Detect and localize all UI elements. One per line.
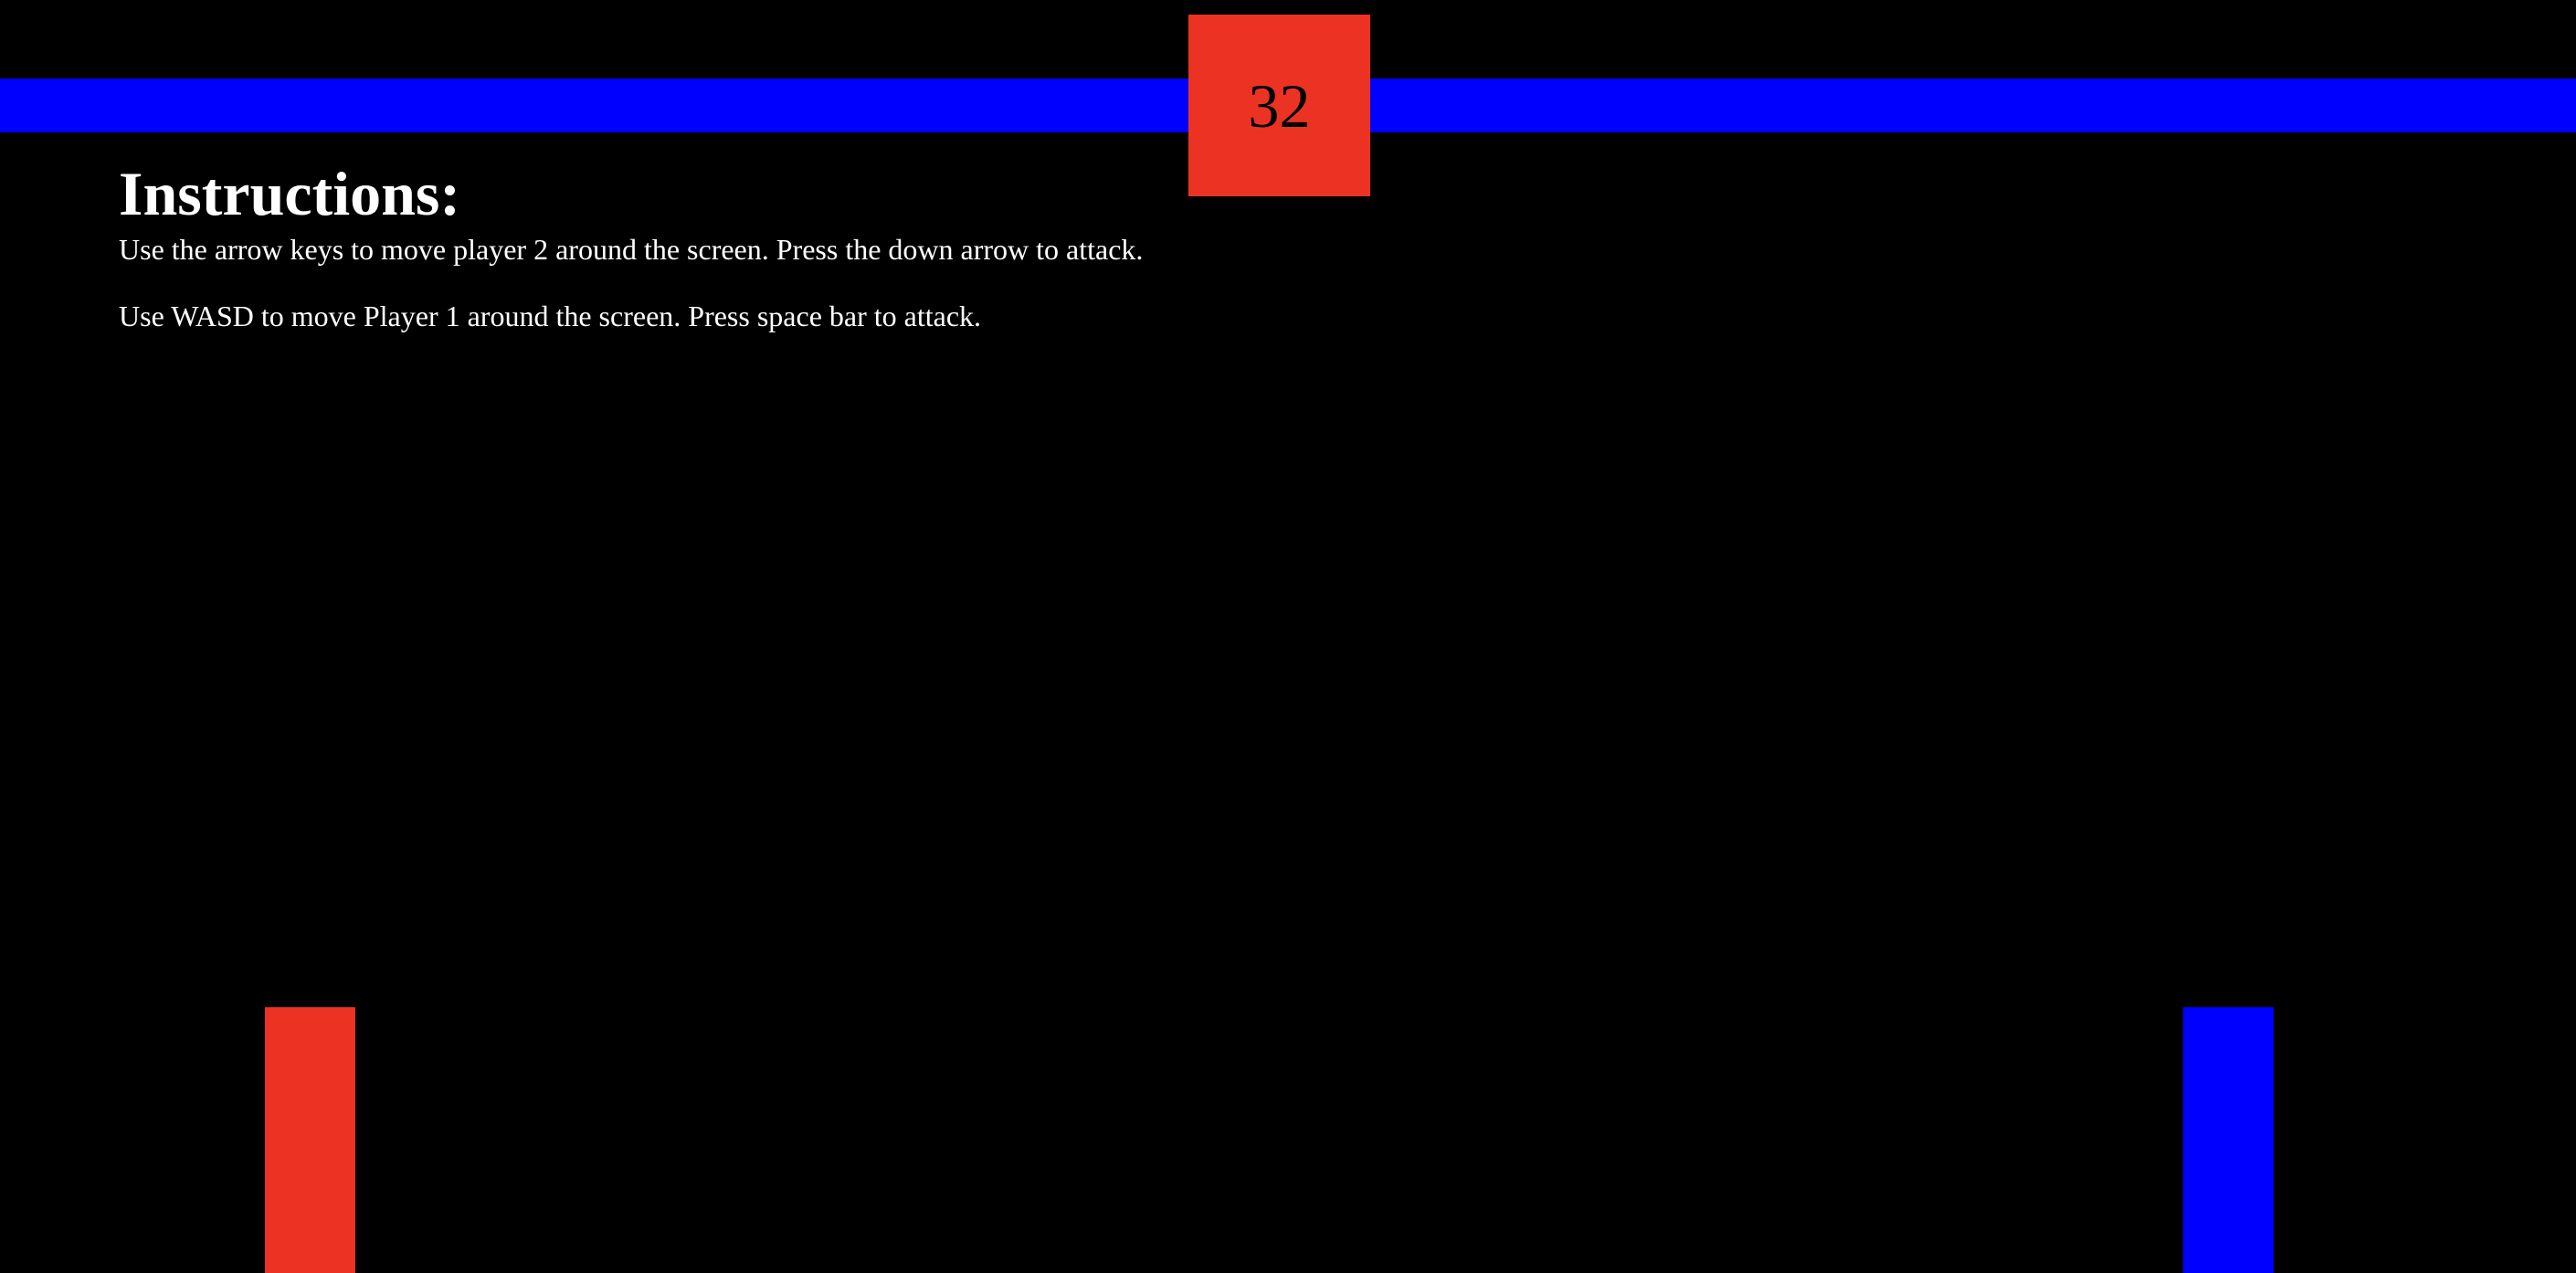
timer-box: 32 <box>1188 15 1370 196</box>
player-1-sprite <box>265 1007 355 1273</box>
player-1-health-bar <box>0 79 1189 132</box>
instructions-panel: Instructions: Use the arrow keys to move… <box>119 155 1143 333</box>
player-2-health-bar <box>1369 79 2576 132</box>
player-2-sprite <box>2183 1007 2274 1273</box>
instructions-player-1: Use WASD to move Player 1 around the scr… <box>119 300 982 332</box>
instructions-player-2: Use the arrow keys to move player 2 arou… <box>119 233 1144 266</box>
timer-value: 32 <box>1248 70 1311 141</box>
instructions-title: Instructions: <box>119 159 461 228</box>
